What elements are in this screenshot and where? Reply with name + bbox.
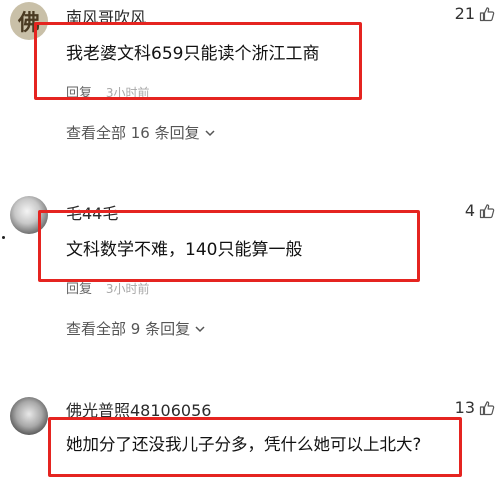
highlight-box [34, 22, 362, 100]
like-count: 4 [464, 201, 475, 220]
highlight-box [38, 210, 420, 282]
stray-dot [2, 236, 5, 239]
like-count: 13 [454, 398, 475, 417]
view-all-replies-button[interactable]: 查看全部 9 条回复 [66, 318, 206, 339]
highlight-box [48, 417, 462, 477]
timestamp: 3小时前 [105, 282, 150, 296]
view-all-replies-label: 查看全部 16 条回复 [66, 124, 200, 142]
comment-item: 毛44毛 4 文科数学不难，140只能算一般 回复 3小时前 查看全部 9 条回… [0, 190, 499, 360]
comment-item: 佛光普照48106056 13 她加分了还没我儿子分多，凭什么她可以上北大? [0, 385, 499, 485]
like-button[interactable]: 13 [455, 398, 495, 417]
view-all-replies-label: 查看全部 9 条回复 [66, 320, 191, 338]
like-button[interactable]: 4 [465, 201, 495, 220]
thumbs-up-icon [479, 6, 495, 21]
thumbs-up-icon [479, 203, 495, 218]
like-button[interactable]: 21 [455, 4, 495, 23]
avatar[interactable] [10, 397, 48, 435]
reply-button[interactable]: 回复 [66, 282, 92, 297]
thumbs-up-icon [479, 400, 495, 415]
like-count: 21 [454, 4, 475, 23]
chevron-down-icon [205, 129, 215, 136]
chevron-down-icon [195, 325, 205, 332]
comment-item: 佛 南风哥吹风 21 我老婆文科659只能读个浙江工商 回复 3小时前 查看全部… [0, 0, 499, 170]
view-all-replies-button[interactable]: 查看全部 16 条回复 [66, 122, 216, 143]
